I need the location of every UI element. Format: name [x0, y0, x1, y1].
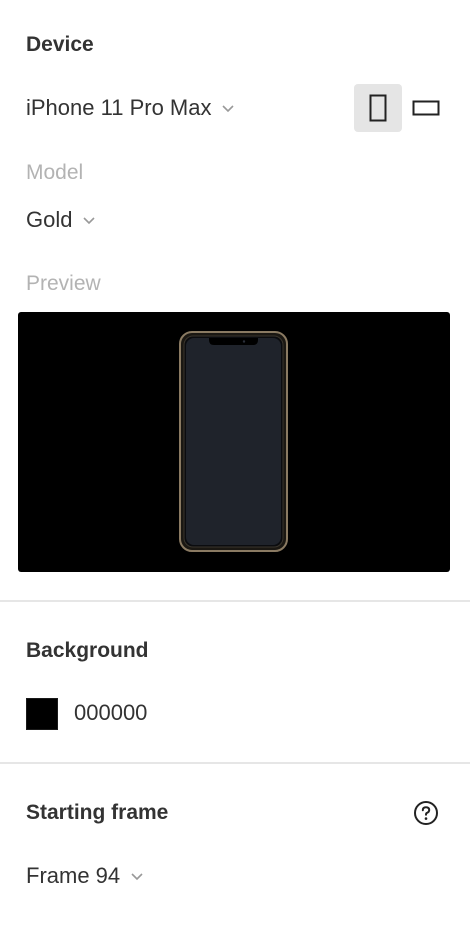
background-hex-input[interactable]: 000000 — [74, 700, 147, 726]
starting-frame-dropdown-value: Frame 94 — [26, 863, 121, 888]
starting-frame-dropdown[interactable]: Frame 94 — [26, 863, 144, 889]
preview-label: Preview — [26, 272, 101, 295]
section-divider — [0, 600, 470, 602]
phone-mockup-image — [179, 331, 288, 552]
background-section-title: Background — [26, 639, 149, 662]
device-dropdown[interactable]: iPhone 11 Pro Max — [26, 95, 235, 121]
model-label: Model — [26, 161, 84, 184]
chevron-down-icon — [131, 873, 143, 881]
device-preview — [18, 312, 450, 572]
starting-frame-section-title: Starting frame — [26, 801, 169, 824]
portrait-orientation-button[interactable] — [354, 84, 402, 132]
landscape-phone-icon — [412, 100, 440, 116]
chevron-down-icon — [83, 217, 96, 225]
chevron-down-icon — [222, 105, 235, 113]
model-dropdown-value: Gold — [26, 207, 73, 232]
device-section-title: Device — [26, 33, 94, 56]
landscape-orientation-button[interactable] — [402, 84, 450, 132]
section-divider — [0, 762, 470, 764]
question-circle-icon[interactable] — [413, 800, 439, 826]
portrait-phone-icon — [369, 94, 387, 122]
device-dropdown-value: iPhone 11 Pro Max — [26, 95, 212, 120]
background-color-swatch[interactable] — [26, 698, 58, 730]
model-dropdown[interactable]: Gold — [26, 207, 96, 233]
